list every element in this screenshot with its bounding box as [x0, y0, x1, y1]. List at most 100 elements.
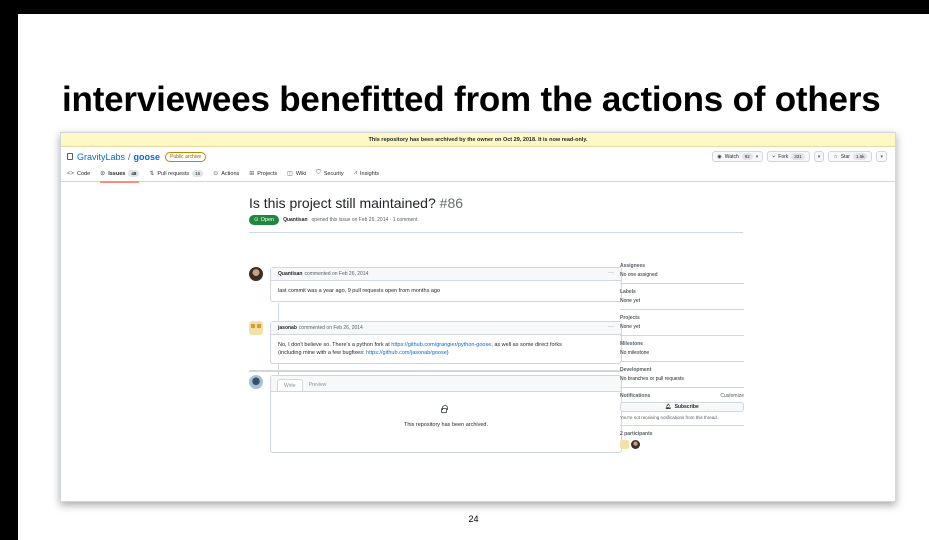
jasonab-goose-link[interactable]: https://github.com/jasonab/goose: [366, 350, 447, 356]
comment-timestamp[interactable]: commented on Feb 26, 2014: [299, 325, 363, 331]
tab-security-label: Security: [323, 170, 344, 177]
comment-text: (including mine with a few bugfixes:: [278, 350, 367, 356]
open-state-label: Open: [260, 217, 275, 223]
tab-insights[interactable]: ⩘ Insights: [354, 166, 379, 182]
comment-timestamp[interactable]: commented on Feb 26, 2014: [304, 271, 368, 277]
issue-author-link[interactable]: Quantisan: [283, 217, 307, 223]
pull-request-icon: ⇅: [149, 171, 155, 177]
fork-dropdown-button[interactable]: ▾: [813, 151, 825, 162]
python-goose-link[interactable]: https://github.com/grangier/python-goose: [391, 342, 491, 348]
participant-avatar[interactable]: [620, 440, 629, 449]
comment-header: Quantisan commented on Feb 26, 2014 ···: [271, 268, 621, 281]
tab-preview[interactable]: Preview: [303, 379, 333, 391]
tab-pull-requests-label: Pull requests: [157, 170, 190, 177]
tab-actions[interactable]: ⊙ Actions: [213, 166, 239, 182]
chevron-down-icon: ▾: [817, 153, 821, 160]
issue-title: Is this project still maintained? #86: [249, 195, 463, 211]
tab-issues[interactable]: ⊙ Issues 48: [100, 166, 140, 183]
tab-write[interactable]: Write: [277, 379, 303, 391]
comment-author-link[interactable]: Quantisan: [278, 271, 302, 277]
sidebar-assignees[interactable]: Assignees No one assigned: [620, 263, 744, 284]
avatar-current-user[interactable]: [249, 375, 263, 389]
eye-icon: ◉: [717, 153, 722, 160]
watch-button[interactable]: ◉ Watch 92 ▾: [712, 151, 764, 162]
slide-title: interviewees benefitted from the actions…: [62, 80, 881, 119]
shield-icon: ⛉: [316, 170, 321, 176]
repo-nav: <> Code ⊙ Issues 48 ⇅ Pull requests 16 ⊙…: [61, 166, 895, 183]
sidebar-milestone[interactable]: Milestone No milestone: [620, 341, 744, 362]
tab-wiki-label: Wiki: [295, 170, 307, 177]
sidebar-value: No branches or pull requests: [620, 376, 684, 382]
tab-code-label: Code: [77, 170, 91, 177]
play-icon: ⊙: [213, 171, 219, 177]
notifications-note: You're not receiving notifications from …: [620, 415, 718, 420]
pulls-count: 16: [192, 170, 204, 177]
sidebar-notifications: Notifications Customize 🔔︎ Subscribe You…: [620, 393, 744, 426]
tab-projects-label: Projects: [257, 170, 278, 177]
sidebar-value: None yet: [620, 324, 641, 330]
sidebar-heading: Projects: [620, 315, 640, 321]
timeline-connector: [278, 303, 279, 321]
star-count: 1.5k: [852, 153, 868, 160]
slide: interviewees benefitted from the actions…: [18, 14, 929, 540]
kebab-horizontal-icon[interactable]: ···: [608, 324, 614, 330]
fork-icon: ⑂: [772, 153, 776, 160]
bell-icon: 🔔︎: [665, 404, 672, 410]
sidebar-heading: Development: [620, 367, 652, 373]
customize-link[interactable]: Customize: [720, 393, 744, 399]
kebab-horizontal-icon[interactable]: ···: [608, 270, 614, 276]
sidebar-heading: 2 participants: [620, 431, 653, 437]
editor-tabs: Write Preview: [271, 376, 621, 392]
subscribe-label: Subscribe: [674, 404, 699, 410]
issue-meta: ⊙ Open Quantisan opened this issue on Fe…: [249, 215, 417, 225]
fork-button[interactable]: ⑂ Fork 331: [767, 151, 810, 162]
repo-name-link[interactable]: goose: [134, 152, 161, 162]
comment-text: , as well as some direct forks: [491, 342, 562, 348]
sidebar-participants: 2 participants: [620, 431, 744, 449]
repo-owner-link[interactable]: GravityLabs: [77, 152, 125, 162]
tab-actions-label: Actions: [221, 170, 240, 177]
tab-pull-requests[interactable]: ⇅ Pull requests 16: [149, 166, 204, 182]
participant-avatar[interactable]: [631, 440, 640, 449]
repo-actions: ◉ Watch 92 ▾ ⑂ Fork 331 ▾ ☆ Star 1.5k ▾: [712, 151, 887, 162]
comment-author-link[interactable]: jasonab: [278, 325, 297, 331]
comment-2: jasonab commented on Feb 26, 2014 ··· No…: [270, 321, 622, 364]
tab-wiki[interactable]: ◫ Wiki: [287, 166, 306, 182]
comment-text: No, I don't believe so. There's a python…: [278, 342, 392, 348]
sidebar-heading: Labels: [620, 289, 636, 295]
repo-header: GravityLabs / goose Public archive ◉ Wat…: [61, 147, 895, 166]
issue-opened-icon: ⊙: [254, 217, 259, 223]
sidebar-projects[interactable]: Projects None yet: [620, 315, 744, 336]
participant-avatars: [620, 440, 744, 449]
star-button[interactable]: ☆ Star 1.5k: [828, 151, 873, 162]
issue-title-text: Is this project still maintained?: [249, 195, 436, 211]
sidebar-labels[interactable]: Labels None yet: [620, 289, 744, 310]
comment-header: jasonab commented on Feb 26, 2014 ···: [271, 322, 621, 335]
issue-opened-icon: ⊙: [100, 171, 106, 177]
avatar-quantisan[interactable]: [249, 267, 263, 281]
subscribe-button[interactable]: 🔔︎ Subscribe: [620, 402, 744, 412]
tab-projects[interactable]: ⊞ Projects: [249, 166, 277, 182]
sidebar-value: No one assigned: [620, 272, 658, 278]
tab-issues-label: Issues: [108, 170, 126, 177]
code-icon: <>: [67, 170, 75, 177]
avatar-jasonab[interactable]: [249, 321, 263, 335]
tab-insights-label: Insights: [360, 170, 379, 177]
graph-icon: ⩘: [353, 170, 358, 176]
sidebar-development[interactable]: Development No branches or pull requests: [620, 367, 744, 388]
sidebar-heading: Milestone: [620, 341, 644, 347]
chevron-down-icon: ▾: [755, 153, 759, 160]
sidebar-heading: Assignees: [620, 263, 646, 269]
fork-count: 331: [791, 153, 805, 160]
comment-text: ): [446, 350, 449, 356]
github-screenshot: This repository has been archived by the…: [60, 132, 896, 502]
title-divider: [249, 232, 743, 233]
slide-page-number: 24: [468, 514, 479, 524]
tab-security[interactable]: ⛉ Security: [316, 166, 343, 182]
chevron-down-icon: ▾: [880, 153, 883, 160]
tab-code[interactable]: <> Code: [67, 166, 90, 182]
comment-editor: Write Preview This repository has been a…: [270, 375, 622, 453]
issue-meta-text: opened this issue on Feb 26, 2014 · 1 co…: [311, 217, 418, 223]
star-dropdown-button[interactable]: ▾: [876, 151, 887, 162]
watch-count: 92: [741, 153, 753, 160]
